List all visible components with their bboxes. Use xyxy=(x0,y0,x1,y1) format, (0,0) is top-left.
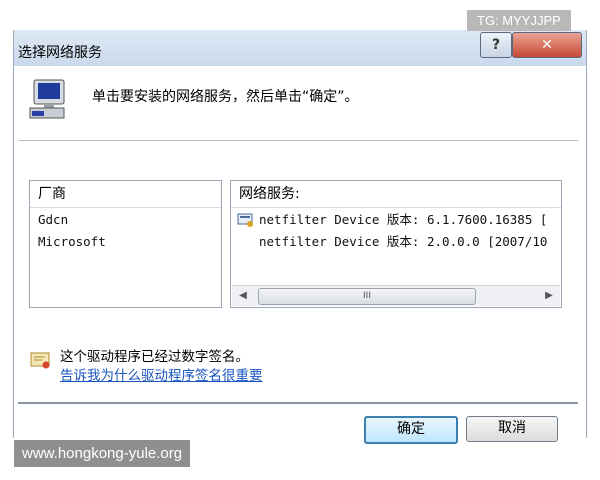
manufacturer-item-gdcn[interactable]: Gdcn xyxy=(30,209,221,231)
scroll-left-icon[interactable]: ◀ xyxy=(236,288,250,304)
service-item-label: netfilter Device 版本: 2.0.0.0 [2007/10 xyxy=(259,234,548,249)
instruction-text: 单击要安装的网络服务，然后单击“确定”。 xyxy=(92,89,359,105)
scroll-right-icon[interactable]: ▶ xyxy=(542,288,556,304)
network-service-list[interactable]: 网络服务: netfilter Device 版本: 6.1.7600.1638… xyxy=(230,180,562,308)
header-divider xyxy=(18,140,578,141)
close-button[interactable]: ✕ xyxy=(512,32,582,58)
driver-signed-icon xyxy=(237,213,253,227)
certificate-icon xyxy=(30,352,50,369)
help-button[interactable]: ? xyxy=(480,32,512,58)
manufacturer-list[interactable]: 厂商 Gdcn Microsoft xyxy=(29,180,222,308)
why-signing-important-link[interactable]: 告诉我为什么驱动程序签名很重要 xyxy=(60,364,263,384)
cancel-button[interactable]: 取消 xyxy=(466,416,558,442)
service-item[interactable]: netfilter Device 版本: 6.1.7600.16385 [ xyxy=(231,209,561,231)
service-item-label: netfilter Device 版本: 6.1.7600.16385 [ xyxy=(259,212,548,227)
network-service-header: 网络服务: xyxy=(231,181,561,208)
service-item[interactable]: netfilter Device 版本: 2.0.0.0 [2007/10 xyxy=(231,231,561,253)
manufacturer-item-microsoft[interactable]: Microsoft xyxy=(30,231,221,253)
computer-icon xyxy=(29,79,65,119)
dialog-body: 单击要安装的网络服务，然后单击“确定”。 厂商 Gdcn Microsoft 网… xyxy=(14,66,586,444)
scroll-thumb[interactable]: III xyxy=(258,288,476,305)
manufacturer-header: 厂商 xyxy=(30,181,221,208)
select-network-service-dialog: 选择网络服务 ? ✕ 单击要安装的网络服务，然后单击“确定”。 厂商 Gdcn … xyxy=(13,30,587,444)
watermark-top: TG: MYYJJPP xyxy=(467,10,571,31)
ok-button[interactable]: 确定 xyxy=(364,416,458,444)
horizontal-scrollbar[interactable]: ◀ III ▶ xyxy=(232,285,560,306)
watermark-bottom: www.hongkong-yule.org xyxy=(14,440,191,467)
window-title: 选择网络服务 xyxy=(18,45,102,61)
title-bar: 选择网络服务 ? ✕ xyxy=(14,30,586,66)
footer-divider xyxy=(18,402,578,404)
driver-signed-text: 这个驱动程序已经过数字签名。 xyxy=(60,349,249,365)
